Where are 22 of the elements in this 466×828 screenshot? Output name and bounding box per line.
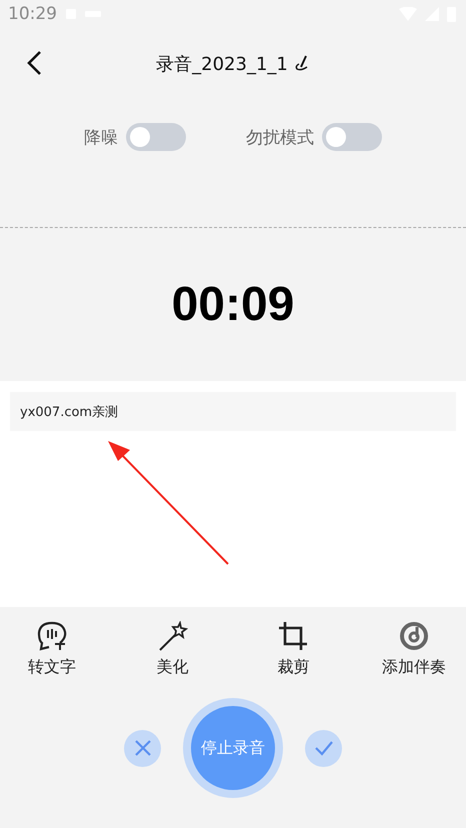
recording-title: 录音_2023_1_1 xyxy=(156,53,288,76)
status-time: 10:29 xyxy=(8,4,57,24)
tool-button[interactable]: 转文字 xyxy=(12,621,92,678)
back-button[interactable] xyxy=(26,50,42,76)
tool-button[interactable]: 美化 xyxy=(132,621,213,678)
crop-icon xyxy=(277,621,310,651)
toggle-switch[interactable] xyxy=(322,123,382,151)
cancel-button[interactable] xyxy=(124,730,161,766)
toggle-label: 降噪 xyxy=(84,126,118,148)
confirm-button[interactable] xyxy=(305,730,342,766)
note-field[interactable]: yx007.com亲测 xyxy=(10,392,456,431)
tool-button[interactable]: 添加伴奏 xyxy=(374,621,454,678)
close-icon xyxy=(134,739,152,757)
magic-wand-icon xyxy=(156,621,189,651)
toggle-label: 勿扰模式 xyxy=(246,126,314,148)
edit-icon[interactable] xyxy=(294,55,310,73)
check-icon xyxy=(314,740,334,756)
toggle-switch[interactable] xyxy=(126,123,186,151)
speech-bubble-icon xyxy=(36,621,68,651)
music-disc-icon xyxy=(398,621,430,651)
tool-button[interactable]: 裁剪 xyxy=(253,621,334,678)
recording-timer: 00:09 xyxy=(170,277,296,333)
